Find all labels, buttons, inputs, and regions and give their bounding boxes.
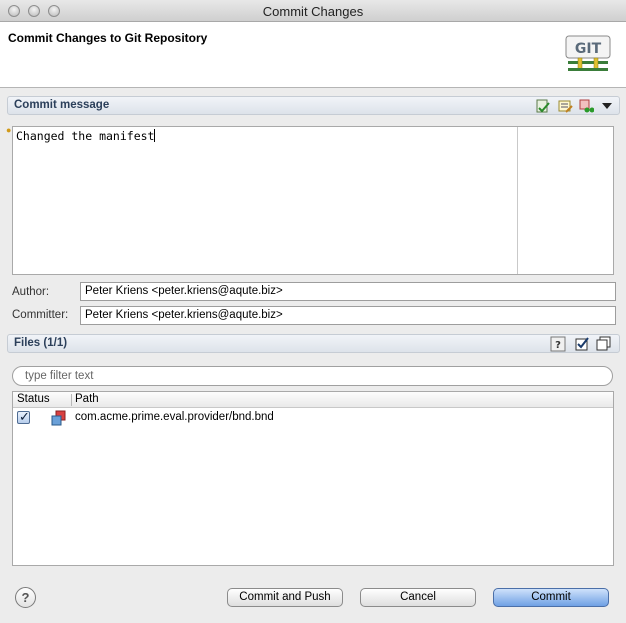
content-assist-bulb-icon: ● <box>6 125 12 135</box>
amend-commit-icon[interactable] <box>578 98 594 114</box>
dialog-header: Commit Changes to Git Repository GIT <box>0 22 626 88</box>
files-section-header: Files (1/1) ? <box>7 334 620 353</box>
select-all-checkbox-icon[interactable] <box>574 336 590 352</box>
column-separator[interactable] <box>71 394 72 406</box>
commit-message-text: Changed the manifest <box>16 129 155 143</box>
spell-check-icon[interactable] <box>535 98 551 114</box>
modified-file-icon <box>51 410 66 426</box>
svg-text:?: ? <box>555 340 561 351</box>
column-header-status[interactable]: Status <box>17 393 50 405</box>
window-title: Commit Changes <box>262 4 364 19</box>
author-label: Author: <box>12 286 50 298</box>
file-filter-input[interactable] <box>23 369 583 383</box>
file-include-checkbox[interactable]: ✓ <box>17 409 30 424</box>
git-logo-icon: GIT <box>565 35 611 71</box>
files-section-title: Files (1/1) <box>14 337 68 349</box>
message-ruler-divider <box>517 127 518 274</box>
commit-message-section-title: Commit message <box>14 99 110 111</box>
author-field[interactable]: Peter Kriens <peter.kriens@aqute.biz> <box>80 282 616 301</box>
file-filter-box <box>12 366 613 386</box>
files-table-header: Status Path <box>13 392 613 408</box>
window-titlebar: Commit Changes <box>0 0 626 22</box>
help-button[interactable]: ? <box>15 587 36 608</box>
commit-button[interactable]: Commit <box>493 588 609 607</box>
commit-and-push-button[interactable]: Commit and Push <box>227 588 343 607</box>
text-caret <box>154 129 156 142</box>
checkmark-icon: ✓ <box>19 409 30 424</box>
committer-label: Committer: <box>12 309 69 321</box>
table-row[interactable]: ✓ com.acme.prime.eval.provider/bnd.bnd <box>13 409 613 427</box>
cancel-button[interactable]: Cancel <box>360 588 476 607</box>
files-table: Status Path ✓ com.acme.prime.eval.provid… <box>12 391 614 566</box>
file-path: com.acme.prime.eval.provider/bnd.bnd <box>75 411 274 423</box>
commit-message-section-header: Commit message <box>7 96 620 115</box>
committer-field[interactable]: Peter Kriens <peter.kriens@aqute.biz> <box>80 306 616 325</box>
git-logo-text: GIT <box>575 41 602 57</box>
column-header-path[interactable]: Path <box>75 393 99 405</box>
dialog-title: Commit Changes to Git Repository <box>8 31 208 45</box>
deselect-all-checkbox-icon[interactable] <box>596 336 612 352</box>
commit-message-textarea[interactable]: Changed the manifest <box>12 126 614 275</box>
view-menu-chevron-down-icon[interactable] <box>599 98 615 114</box>
signed-off-icon[interactable] <box>557 98 573 114</box>
show-untracked-icon[interactable]: ? <box>550 336 566 352</box>
